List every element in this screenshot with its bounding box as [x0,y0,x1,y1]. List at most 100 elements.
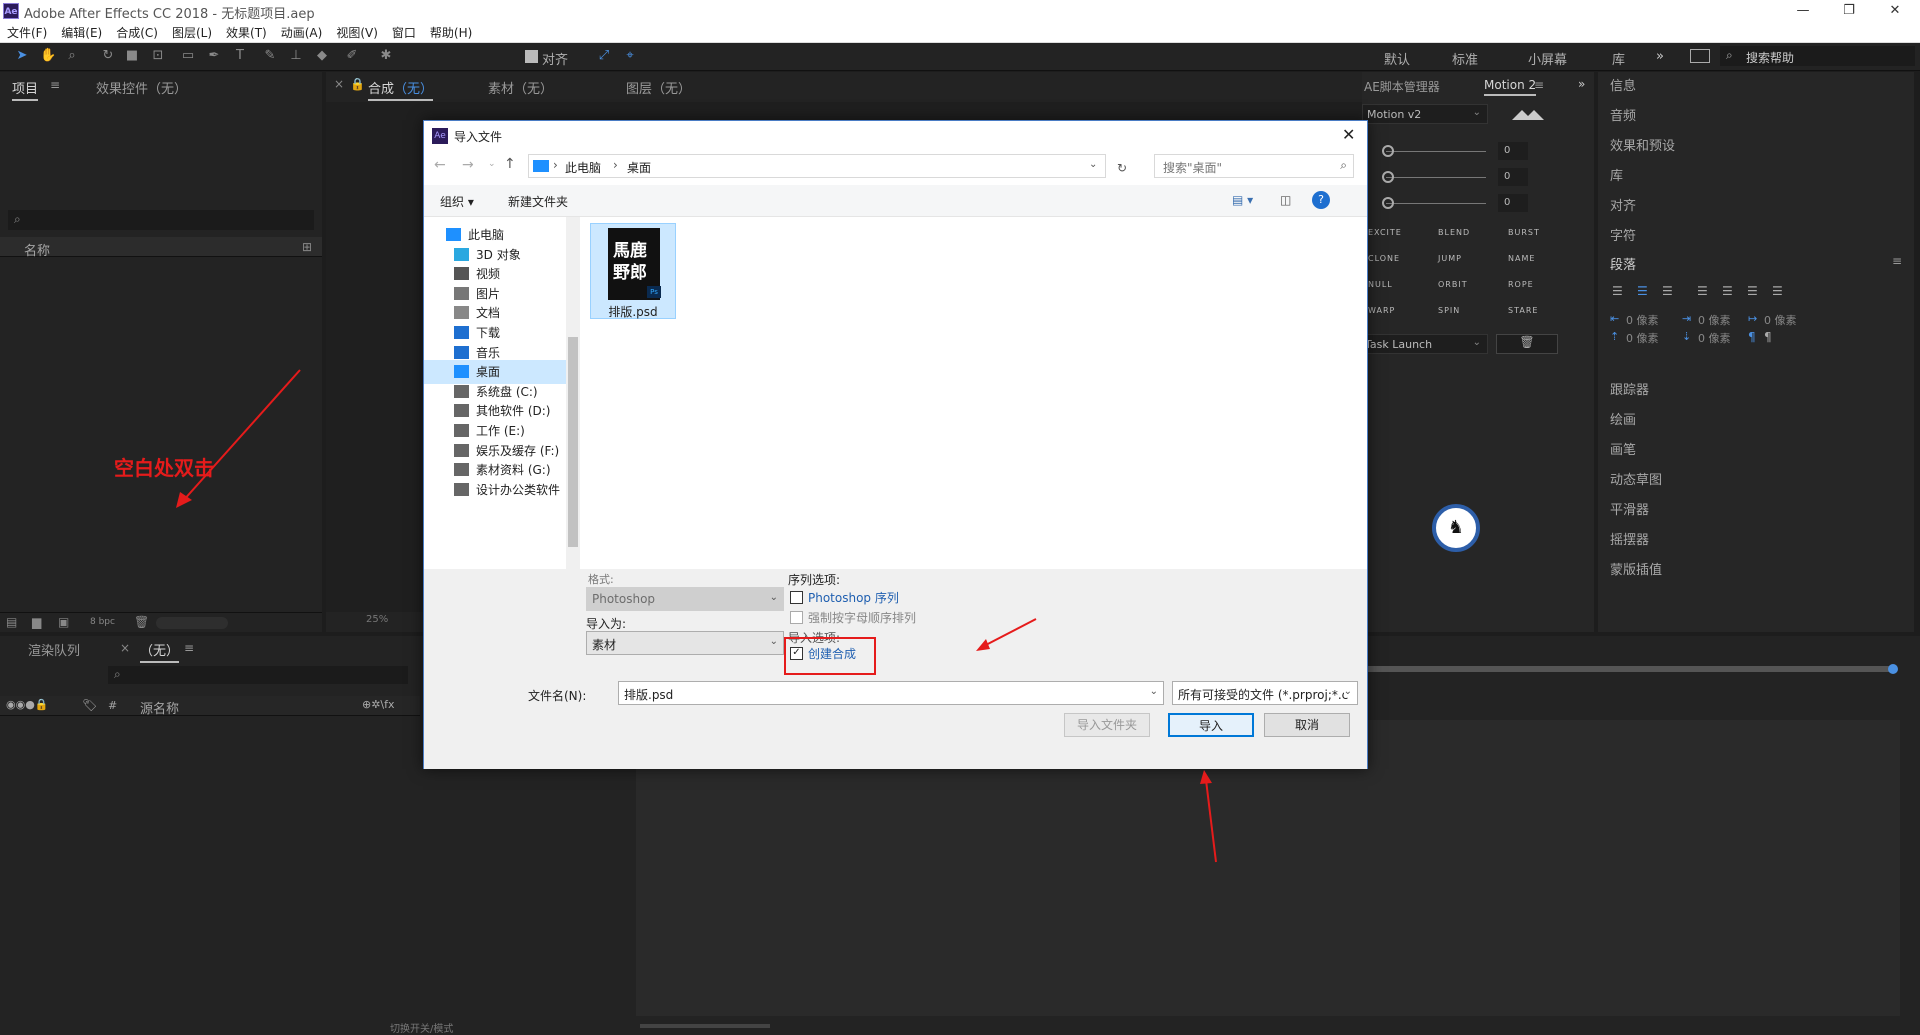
panel-tab[interactable]: 字符 [1598,222,1914,252]
motion-action-button[interactable]: BLEND [1438,228,1470,237]
project-search-input[interactable]: ⌕ [8,210,314,230]
av-switches-icon[interactable]: ◉◉●🔒 [6,698,49,711]
panel-tab[interactable]: 平滑器 [1598,496,1914,526]
motion-action-button[interactable]: ROPE [1508,280,1534,289]
preview-pane-icon[interactable]: ◫ [1280,193,1291,207]
interpret-footage-icon[interactable]: ▤ [6,615,17,629]
help-icon[interactable]: ? [1312,191,1330,209]
panel-tab[interactable]: 对齐 [1598,192,1914,222]
motion-action-button[interactable]: ORBIT [1438,280,1468,289]
force-alpha-label[interactable]: 强制按字母顺序排列 [808,609,916,626]
panel-tab[interactable]: 动态草图 [1598,466,1914,496]
forward-icon[interactable]: → [462,157,474,173]
column-name[interactable]: 名称 [24,240,50,259]
new-folder-icon[interactable]: ▆ [32,615,41,629]
motion-action-button[interactable]: STARE [1508,306,1538,315]
value-field[interactable]: 0 [1498,168,1528,186]
menu-item[interactable]: 效果(T) [219,22,274,41]
breadcrumb-desktop[interactable]: 桌面 [627,159,651,176]
tab-render-queue[interactable]: 渲染队列 [28,640,80,659]
panel-tab[interactable]: 库 [1598,162,1914,192]
justify-right-icon[interactable]: ☰ [1747,284,1758,298]
column-hash[interactable]: # [108,699,117,712]
more-workspaces-icon[interactable]: » [1656,49,1664,64]
filename-input[interactable]: 排版.psd ⌄ [618,681,1164,705]
justify-all-icon[interactable]: ☰ [1772,284,1783,298]
zoom-level[interactable]: 25% [366,614,388,625]
space-after-value[interactable]: 0 像素 [1698,330,1731,346]
bpc-label[interactable]: 8 bpc [90,617,115,627]
panel-menu-icon[interactable]: ≡ [50,78,60,92]
force-alpha-checkbox[interactable] [790,611,803,624]
photoshop-sequence-checkbox[interactable] [790,591,803,604]
new-folder-button[interactable]: 新建文件夹 [508,193,568,210]
cancel-button[interactable]: 取消 [1264,713,1350,737]
snap-options-icon[interactable]: ⌖ [622,48,638,64]
time-navigator-handle[interactable] [1888,664,1898,674]
panel-menu-icon[interactable]: ≡ [1534,78,1544,92]
panel-tab[interactable]: 跟踪器 [1598,376,1914,406]
justify-center-icon[interactable]: ☰ [1722,284,1733,298]
puppet-tool-icon[interactable]: ✱ [378,48,394,64]
close-icon[interactable]: ✕ [1872,0,1918,22]
delete-button[interactable]: 🗑 [1496,334,1558,354]
breadcrumb-pc[interactable]: 此电脑 [565,159,601,176]
tree-item[interactable]: 设计办公类软件 [424,478,566,502]
align-center-icon[interactable]: ☰ [1637,284,1648,298]
workspace-tab[interactable]: 默认 [1384,49,1410,68]
up-icon[interactable]: ↑ [504,156,516,172]
tab-effect-controls[interactable]: 效果控件（无） [96,78,187,97]
timeline-search-input[interactable]: ⌕ [108,666,408,684]
brush-tool-icon[interactable]: ✎ [262,48,278,64]
rtl-icon[interactable]: ¶ [1764,330,1772,344]
slider-track[interactable] [1386,177,1486,178]
menu-item[interactable]: 合成(C) [109,22,165,41]
clone-stamp-tool-icon[interactable]: ⊥ [288,48,304,64]
align-right-icon[interactable]: ☰ [1662,284,1673,298]
slider-handle[interactable] [1382,171,1394,183]
slider-track[interactable] [1386,203,1486,204]
value-field[interactable]: 0 [1498,142,1528,160]
zoom-slider[interactable] [640,1024,770,1028]
hand-tool-icon[interactable]: ✋ [40,48,56,64]
timeline-scroll[interactable] [1362,666,1894,672]
panel-tab[interactable]: 音频 [1598,102,1914,132]
panel-tab[interactable]: 画笔 [1598,436,1914,466]
panel-tab[interactable]: 蒙版插值 [1598,556,1914,586]
thumbnail-slider[interactable] [156,617,228,629]
motion-action-button[interactable]: JUMP [1438,254,1462,263]
close-icon[interactable]: ✕ [1342,125,1355,144]
space-before-value[interactable]: 0 像素 [1626,330,1659,346]
selection-tool-icon[interactable]: ➤ [14,48,30,64]
pen-tool-icon[interactable]: ✒ [206,48,222,64]
lock-icon[interactable]: 🔒 [350,77,365,91]
refresh-icon[interactable]: ↻ [1110,156,1134,180]
tree-scrollbar[interactable] [566,217,580,569]
file-item[interactable]: 馬鹿 野郎 Ps 排版.psd [590,223,676,319]
motion-action-button[interactable]: EXCITE [1368,228,1402,237]
pan-behind-tool-icon[interactable]: ⊡ [150,48,166,64]
toggle-switches-modes[interactable]: 切换开关/模式 [390,1020,453,1035]
view-options-icon[interactable]: ▤ ▾ [1232,193,1253,207]
menu-item[interactable]: 编辑(E) [54,22,109,41]
workspace-tab[interactable]: 小屏幕 [1528,49,1567,68]
snap-icon[interactable]: ⤢ [596,48,612,64]
roto-brush-tool-icon[interactable]: ✐ [344,48,360,64]
path-bar[interactable]: › 此电脑 › 桌面 ⌄ [528,154,1106,178]
photoshop-sequence-label[interactable]: Photoshop 序列 [808,589,899,606]
import-button[interactable]: 导入 [1168,713,1254,737]
menu-item[interactable]: 帮助(H) [423,22,479,41]
justify-left-icon[interactable]: ☰ [1697,284,1708,298]
type-tool-icon[interactable]: T [232,48,248,64]
flowchart-icon[interactable]: ⊞ [302,240,312,254]
import-as-dropdown[interactable]: 素材 ⌄ [586,631,784,655]
motion-action-button[interactable]: NULL [1368,280,1393,289]
restore-icon[interactable]: ❐ [1826,0,1872,22]
trash-icon[interactable]: 🗑 [134,615,149,629]
motion-action-button[interactable]: SPIN [1438,306,1460,315]
new-comp-icon[interactable]: ▣ [58,615,69,629]
label-icon[interactable]: 🏷 [82,698,97,712]
menu-item[interactable]: 图层(L) [165,22,219,41]
indent-right-value[interactable]: 0 像素 [1698,312,1731,328]
ltr-icon[interactable]: ¶ [1748,330,1756,344]
